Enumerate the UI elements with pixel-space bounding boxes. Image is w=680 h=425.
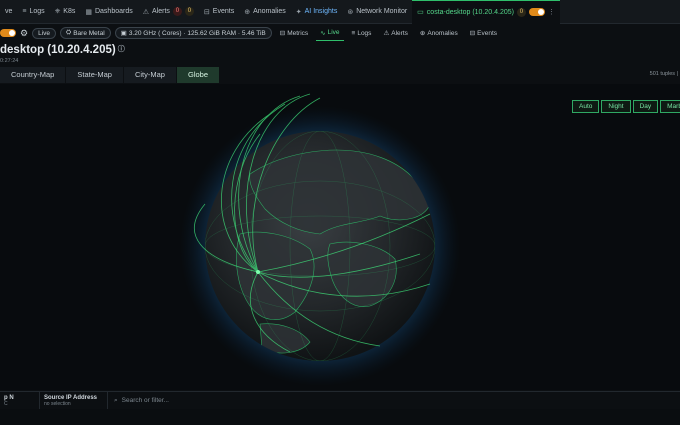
events-icon: ⊟ <box>203 8 210 16</box>
anomaly-icon: ⊕ <box>244 8 251 16</box>
tab-anomalies[interactable]: ⊕ Anomalies <box>239 0 291 24</box>
map-tabs: Country-Map State-Map City-Map Globe <box>0 67 220 83</box>
subtab-anomalies[interactable]: ⊕ Anomalies <box>416 25 462 41</box>
tab-logs[interactable]: ≡ Logs <box>17 0 49 24</box>
subtab-label: Logs <box>357 29 372 37</box>
tab-label: ve <box>5 8 13 15</box>
host-badge: 0 <box>516 7 526 17</box>
column-sub: C <box>4 400 8 407</box>
host-toggle[interactable] <box>528 8 545 16</box>
source-ip-selector[interactable]: Source IP Address no selection <box>40 391 108 410</box>
mode-night-button[interactable]: Night <box>601 100 631 113</box>
live-pill[interactable]: Live <box>32 27 57 39</box>
subtab-logs[interactable]: ≡ Logs <box>348 25 376 41</box>
tab-dashboards[interactable]: ▦ Dashboards <box>80 0 137 24</box>
page-subtitle: 0:27:24 <box>0 58 19 64</box>
live-pill-label: Live <box>38 29 51 37</box>
sparkle-icon: ✦ <box>295 8 302 16</box>
logs-icon: ≡ <box>351 29 356 37</box>
server-icon: ⛭ <box>66 29 72 36</box>
network-icon: ⊛ <box>347 8 354 16</box>
chart-icon: ⊟ <box>279 30 286 37</box>
subtab-label: Live <box>327 29 340 36</box>
globe-mode-buttons: Auto Night Day Marble <box>572 100 680 113</box>
gear-icon[interactable]: ⚙ <box>20 28 28 39</box>
tab-alerts[interactable]: ⚠ Alerts 0 0 <box>138 0 199 24</box>
dashboard-icon: ▦ <box>85 8 92 16</box>
close-icon[interactable]: ⋮ <box>548 8 555 16</box>
tab-label: Anomalies <box>253 8 286 15</box>
specs-label: 3.20 GHz ( Cores) · 125.62 GiB RAM · 5.4… <box>128 29 266 37</box>
filter-bar: p N C Source IP Address no selection ⌕ S… <box>0 391 680 410</box>
subtab-label: Anomalies <box>427 29 458 37</box>
monitor-icon: ▭ <box>417 9 424 16</box>
mode-auto-button[interactable]: Auto <box>572 100 600 113</box>
tab-label: Events <box>212 8 235 15</box>
page-title-text: desktop (10.20.4.205) <box>0 44 116 56</box>
tab-country-map[interactable]: Country-Map <box>0 67 67 83</box>
subtab-label: Events <box>477 29 498 37</box>
alerts-warning-badge: 0 <box>184 7 194 16</box>
logs-icon: ≡ <box>22 8 27 15</box>
subtab-label: Alerts <box>391 29 408 37</box>
search-icon: ⌕ <box>114 396 118 404</box>
pulse-icon: ∿ <box>320 29 326 37</box>
globe-viewport[interactable] <box>0 84 680 390</box>
tab-label: Dashboards <box>94 8 133 15</box>
tab-globe[interactable]: Globe <box>176 67 220 83</box>
chip-icon: ▣ <box>120 30 127 37</box>
events-icon: ⊟ <box>469 30 476 37</box>
page-title: desktop (10.20.4.205) ⓘ <box>0 44 125 56</box>
column-selector[interactable]: p N C <box>0 391 40 410</box>
source-ip-sub: no selection <box>44 400 71 407</box>
tab-live-partial[interactable]: ve <box>0 0 17 24</box>
host-toolbar: ⚙ Live ⛭ Bare Metal ▣ 3.20 GHz ( Cores) · … <box>0 25 680 41</box>
subtab-metrics[interactable]: ⊟ Metrics <box>276 25 312 41</box>
specs-pill: ▣ 3.20 GHz ( Cores) · 125.62 GiB RAM · 5.… <box>114 27 272 39</box>
tab-label: Alerts <box>152 8 170 15</box>
mode-day-button[interactable]: Day <box>632 100 659 113</box>
globe-canvas[interactable] <box>0 84 680 390</box>
alerts-critical-badge: 0 <box>172 7 182 16</box>
tab-city-map[interactable]: City-Map <box>123 67 177 83</box>
subtab-alerts[interactable]: ⚠ Alerts <box>379 25 411 41</box>
subtab-events[interactable]: ⊟ Events <box>466 25 501 41</box>
tab-label: K8s <box>63 8 76 15</box>
tab-network-monitor[interactable]: ⊛ Network Monitor <box>342 0 412 24</box>
tab-events[interactable]: ⊟ Events <box>199 0 239 24</box>
tab-label: Network Monitor <box>356 8 408 15</box>
mode-marble-button[interactable]: Marble <box>660 100 680 113</box>
footer-area <box>0 409 680 425</box>
search-placeholder: Search or filter... <box>121 397 169 404</box>
top-tab-bar: ve ≡ Logs ⎈ K8s ▦ Dashboards ⚠ Alerts 0 0 ⊟ Eve… <box>0 0 680 24</box>
tab-host[interactable]: ▭ costa-desktop (10.20.4.205) 0 ⋮ <box>412 0 560 24</box>
bare-metal-label: Bare Metal <box>73 29 105 37</box>
bare-metal-pill: ⛭ Bare Metal <box>60 27 111 39</box>
tab-ai-insights[interactable]: ✦ AI Insights <box>291 0 343 24</box>
tab-state-map[interactable]: State-Map <box>66 67 124 83</box>
tuple-count: 501 tuples | <box>649 71 678 77</box>
info-icon[interactable]: ⓘ <box>118 46 125 53</box>
tab-k8s[interactable]: ⎈ K8s <box>50 0 81 24</box>
tab-label: costa-desktop (10.20.4.205) <box>426 8 514 16</box>
source-node[interactable] <box>256 270 260 274</box>
helm-icon: ⎈ <box>54 7 61 15</box>
subtab-live[interactable]: ∿ Live <box>316 25 344 41</box>
tab-label: Logs <box>29 8 45 15</box>
search-input[interactable]: ⌕ Search or filter... <box>108 397 680 405</box>
alert-icon: ⚠ <box>142 8 150 16</box>
anomaly-icon: ⊕ <box>419 30 426 37</box>
live-toggle[interactable] <box>0 29 16 37</box>
tab-label: AI Insights <box>304 8 338 15</box>
alert-icon: ⚠ <box>383 30 390 37</box>
subtab-label: Metrics <box>287 29 309 37</box>
